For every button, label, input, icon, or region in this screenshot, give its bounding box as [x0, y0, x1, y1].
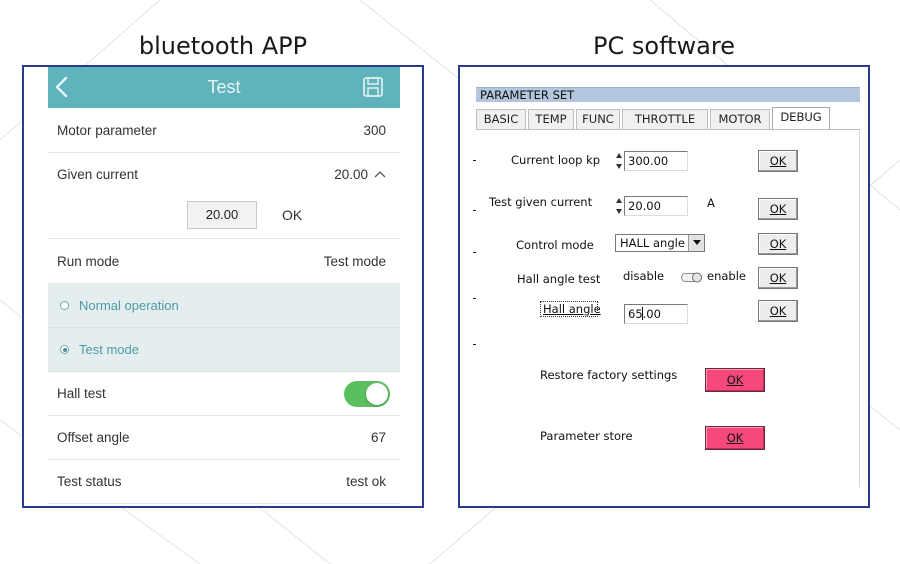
radio-button-selected[interactable] [60, 345, 69, 354]
test-given-current-ok-button[interactable]: OK [758, 198, 798, 220]
test-status-label: Test status [57, 474, 122, 489]
ok-label: OK [769, 202, 787, 216]
tab-basic[interactable]: BASIC [476, 109, 526, 129]
current-loop-kp-spinner[interactable] [615, 151, 623, 171]
text-caret [642, 307, 643, 320]
back-arrow-icon[interactable] [52, 75, 72, 99]
ok-label: OK [769, 304, 787, 318]
hall-angle-test-off-label: disable [623, 269, 665, 283]
chevron-up-icon[interactable] [374, 170, 386, 178]
run-mode-value: Test mode [323, 254, 386, 269]
hall-angle-ok-button[interactable]: OK [758, 300, 798, 322]
tab-debug[interactable]: DEBUG [772, 107, 830, 129]
motor-parameter-row[interactable]: Motor parameter 300 [48, 109, 400, 153]
given-current-editor: 20.00 OK [48, 197, 400, 239]
parameter-set-window: PARAMETER SET BASIC TEMP FUNC THROTTLE M… [473, 87, 860, 487]
save-icon[interactable] [362, 76, 384, 98]
parameter-store-ok-button[interactable]: OK [705, 426, 765, 450]
hall-angle-test-ok-button[interactable]: OK [758, 267, 798, 289]
panel-edge-mark [473, 252, 476, 253]
offset-angle-label: Offset angle [57, 430, 130, 445]
test-status-value: test ok [346, 474, 386, 489]
run-mode-option-label: Test mode [79, 342, 139, 357]
ok-label: OK [769, 154, 787, 168]
current-loop-kp-ok-button[interactable]: OK [758, 150, 798, 172]
bluetooth-app-caption: bluetooth APP [138, 32, 308, 60]
test-given-current-spinner[interactable] [615, 196, 623, 216]
test-status-row: Test status test ok [48, 460, 400, 504]
control-mode-select[interactable]: HALL angle [615, 234, 705, 252]
ok-label: OK [769, 271, 787, 285]
given-current-row[interactable]: Given current 20.00 [48, 153, 400, 197]
hall-angle-test-switch-icon[interactable] [681, 272, 703, 284]
test-given-current-unit: A [707, 196, 715, 210]
toggle-knob [366, 383, 388, 405]
hall-test-row: Hall test [48, 372, 400, 416]
tab-motor[interactable]: MOTOR [710, 109, 770, 129]
run-mode-option-label: Normal operation [79, 298, 179, 313]
run-mode-option-normal[interactable]: Normal operation [48, 284, 400, 328]
motor-parameter-label: Motor parameter [57, 123, 157, 138]
restore-factory-ok-button[interactable]: OK [705, 368, 765, 392]
hall-test-label: Hall test [57, 386, 106, 401]
run-mode-label: Run mode [57, 254, 120, 269]
pc-software-caption: PC software [593, 32, 735, 60]
control-mode-label: Control mode [516, 238, 594, 252]
given-current-value: 20.00 [334, 167, 368, 182]
panel-edge-mark [473, 210, 476, 211]
dropdown-arrow-icon[interactable] [688, 235, 704, 251]
window-title: PARAMETER SET [476, 87, 860, 102]
control-mode-ok-button[interactable]: OK [758, 233, 798, 255]
hall-angle-input[interactable]: 65.00 [624, 304, 688, 324]
hall-angle-test-on-label: enable [707, 269, 746, 283]
run-mode-row[interactable]: Run mode Test mode [48, 240, 400, 284]
hall-angle-label: Hall angle [543, 302, 601, 316]
motor-parameter-value: 300 [363, 123, 386, 138]
run-mode-option-test[interactable]: Test mode [48, 328, 400, 372]
panel-edge-mark [473, 344, 476, 345]
tab-temp[interactable]: TEMP [528, 109, 574, 129]
hall-test-toggle[interactable] [344, 381, 390, 407]
restore-factory-label: Restore factory settings [540, 368, 678, 382]
debug-panel: Current loop kp 300.00 OK Test given cur… [473, 129, 860, 487]
current-loop-kp-label: Current loop kp [511, 153, 601, 167]
ok-label: OK [726, 373, 744, 387]
tab-throttle[interactable]: THROTTLE [622, 109, 708, 129]
bluetooth-app-frame: Test Motor parameter 300 Given current 2… [22, 65, 424, 508]
control-mode-value: HALL angle [620, 236, 685, 250]
pc-software-frame: PARAMETER SET BASIC TEMP FUNC THROTTLE M… [458, 65, 870, 508]
ok-label: OK [726, 431, 744, 445]
bluetooth-app-screen: Test Motor parameter 300 Given current 2… [48, 67, 400, 506]
panel-edge-mark [473, 160, 476, 161]
ok-label: OK [769, 237, 787, 251]
radio-button[interactable] [60, 301, 69, 310]
parameter-store-label: Parameter store [540, 429, 633, 443]
offset-angle-value: 67 [370, 430, 386, 445]
test-given-current-label: Test given current [489, 195, 593, 209]
offset-angle-row[interactable]: Offset angle 67 [48, 416, 400, 460]
panel-edge-mark [473, 298, 476, 299]
given-current-ok-button[interactable]: OK [282, 201, 302, 229]
current-loop-kp-input[interactable]: 300.00 [624, 151, 688, 171]
given-current-input[interactable]: 20.00 [187, 201, 257, 229]
tab-func[interactable]: FUNC [576, 109, 620, 129]
hall-angle-test-label: Hall angle test [517, 272, 601, 286]
app-title: Test [207, 77, 241, 97]
given-current-label: Given current [57, 167, 139, 182]
test-given-current-input[interactable]: 20.00 [624, 196, 688, 216]
app-header: Test [48, 67, 400, 108]
